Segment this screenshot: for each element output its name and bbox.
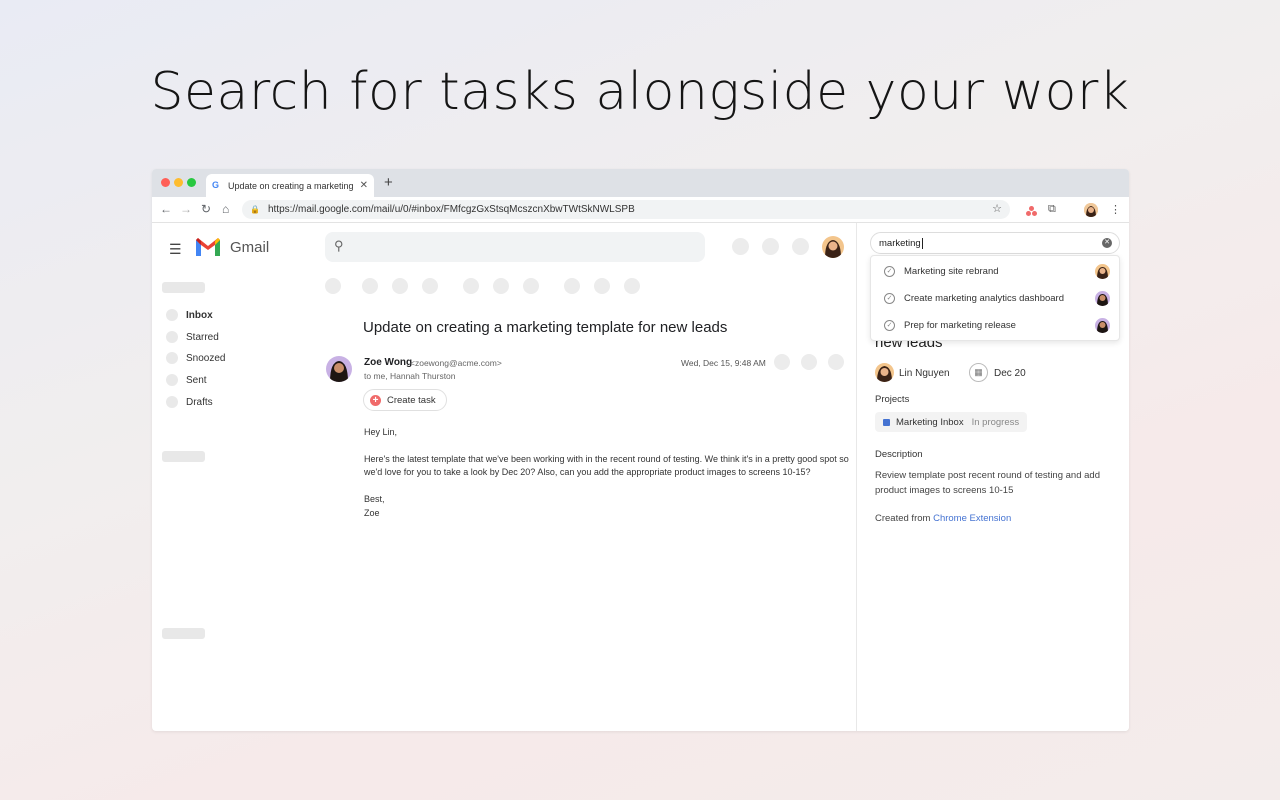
compose-placeholder [162,282,205,293]
profile-avatar[interactable] [1084,203,1098,217]
new-tab-icon[interactable]: + [384,174,393,191]
email-signoff: Best, [364,494,385,504]
search-result-item[interactable]: ✓ Prep for marketing release [871,312,1119,339]
search-results-dropdown: ✓ Marketing site rebrand ✓ Create market… [870,255,1120,341]
sidebar-placeholder [162,451,205,462]
header-icon-placeholder[interactable] [732,238,749,255]
assignee-avatar [1095,264,1110,279]
toolbar-icon-placeholder[interactable] [523,278,539,294]
search-icon: ⚲ [334,238,344,253]
email-signature: Zoe [364,508,380,518]
description-label: Description [875,449,923,460]
chrome-extension-link[interactable]: Chrome Extension [933,513,1011,524]
email-body-line: Here's the latest template that we've be… [364,454,849,464]
google-favicon-icon: G [212,180,220,190]
projects-label: Projects [875,394,910,405]
sender-email: <zoewong@acme.com> [410,358,502,368]
email-date: Wed, Dec 15, 9:48 AM [681,358,766,368]
toolbar-icon-placeholder[interactable] [493,278,509,294]
headline: Search for tasks alongside your work [150,62,1130,122]
toolbar-icon-placeholder[interactable] [325,278,341,294]
browser-tab[interactable]: G Update on creating a marketing t ✕ [206,174,374,197]
header-icon-placeholder[interactable] [762,238,779,255]
hamburger-menu-icon[interactable]: ☰ [169,241,182,258]
tab-title: Update on creating a marketing t [227,180,356,191]
lock-icon: 🔒 [250,205,260,214]
sidebar-item-drafts[interactable]: Drafts [166,394,213,410]
toolbar-icon-placeholder[interactable] [463,278,479,294]
asana-extension-icon[interactable] [1026,206,1038,216]
toolbar-icon-placeholder[interactable] [362,278,378,294]
url-text: https://mail.google.com/mail/u/0/#inbox/… [267,204,635,215]
email-action-placeholder[interactable] [801,354,817,370]
browser-menu-icon[interactable]: ⋮ [1110,203,1121,216]
check-circle-icon: ✓ [884,320,895,331]
task-search-input[interactable]: marketing ✕ [870,232,1120,254]
minimize-window-button[interactable] [174,178,183,187]
check-circle-icon: ✓ [884,266,895,277]
assignee-avatar[interactable] [875,363,894,382]
close-tab-icon[interactable]: ✕ [360,180,368,191]
extensions-puzzle-icon[interactable]: ⧉ [1048,203,1056,216]
close-window-button[interactable] [161,178,170,187]
project-chip[interactable]: Marketing Inbox In progress [875,412,1028,432]
home-icon[interactable]: ⌂ [222,202,229,216]
header-icon-placeholder[interactable] [792,238,809,255]
sidebar-item-inbox[interactable]: Inbox [166,307,213,323]
gmail-account-avatar[interactable] [822,236,844,258]
due-date[interactable]: Dec 20 [994,368,1026,379]
toolbar-icon-placeholder[interactable] [392,278,408,294]
search-result-item[interactable]: ✓ Create marketing analytics dashboard [871,285,1119,312]
gmail-logo-icon [196,238,220,256]
calendar-icon: ▦ [969,363,988,382]
email-action-placeholder[interactable] [828,354,844,370]
sender-avatar [326,356,352,382]
toolbar-icon-placeholder[interactable] [594,278,610,294]
bookmark-star-icon[interactable]: ☆ [992,202,1002,215]
forward-icon[interactable]: → [180,202,192,216]
task-description: Review template post recent round of tes… [875,470,1100,496]
email-recipients: to me, Hannah Thurston [364,371,456,381]
browser-toolbar: ← → ↻ ⌂ 🔒 https://mail.google.com/mail/u… [152,197,1129,223]
sidebar-item-sent[interactable]: Sent [166,372,207,388]
address-bar[interactable]: 🔒 https://mail.google.com/mail/u/0/#inbo… [242,200,1010,219]
check-circle-icon: ✓ [884,293,895,304]
email-action-placeholder[interactable] [774,354,790,370]
toolbar-icon-placeholder[interactable] [422,278,438,294]
assignee-avatar [1095,291,1110,306]
toolbar-icon-placeholder[interactable] [564,278,580,294]
sidebar-placeholder [162,628,205,639]
clear-search-icon[interactable]: ✕ [1102,238,1112,248]
toolbar-icon-placeholder[interactable] [624,278,640,294]
sidebar-item-starred[interactable]: Starred [166,329,219,345]
created-from: Created from Chrome Extension [875,513,1012,524]
sidebar-item-snoozed[interactable]: Snoozed [166,350,225,366]
create-task-button[interactable]: + Create task [363,389,447,411]
asana-side-panel: marketing ✕ ✓ Marketing site rebrand ✓ C… [856,223,1129,731]
reload-icon[interactable]: ↻ [201,202,211,216]
assignee-name[interactable]: Lin Nguyen [899,368,950,379]
tab-strip: G Update on creating a marketing t ✕ + [152,169,1129,197]
gmail-app-name: Gmail [230,239,270,256]
gmail-search-input[interactable]: ⚲ [325,232,705,262]
search-result-item[interactable]: ✓ Marketing site rebrand [871,258,1119,285]
maximize-window-button[interactable] [187,178,196,187]
email-greeting: Hey Lin, [364,427,398,437]
back-icon[interactable]: ← [160,202,172,216]
email-subject: Update on creating a marketing template … [363,319,728,336]
email-body-line: we'd love for you to take a look by Dec … [364,467,811,477]
assignee-avatar [1095,318,1110,333]
plus-icon: + [370,394,381,406]
project-color-icon [883,418,890,426]
browser-window: G Update on creating a marketing t ✕ + ←… [152,169,1129,731]
sender-name: Zoe Wong [364,357,413,368]
